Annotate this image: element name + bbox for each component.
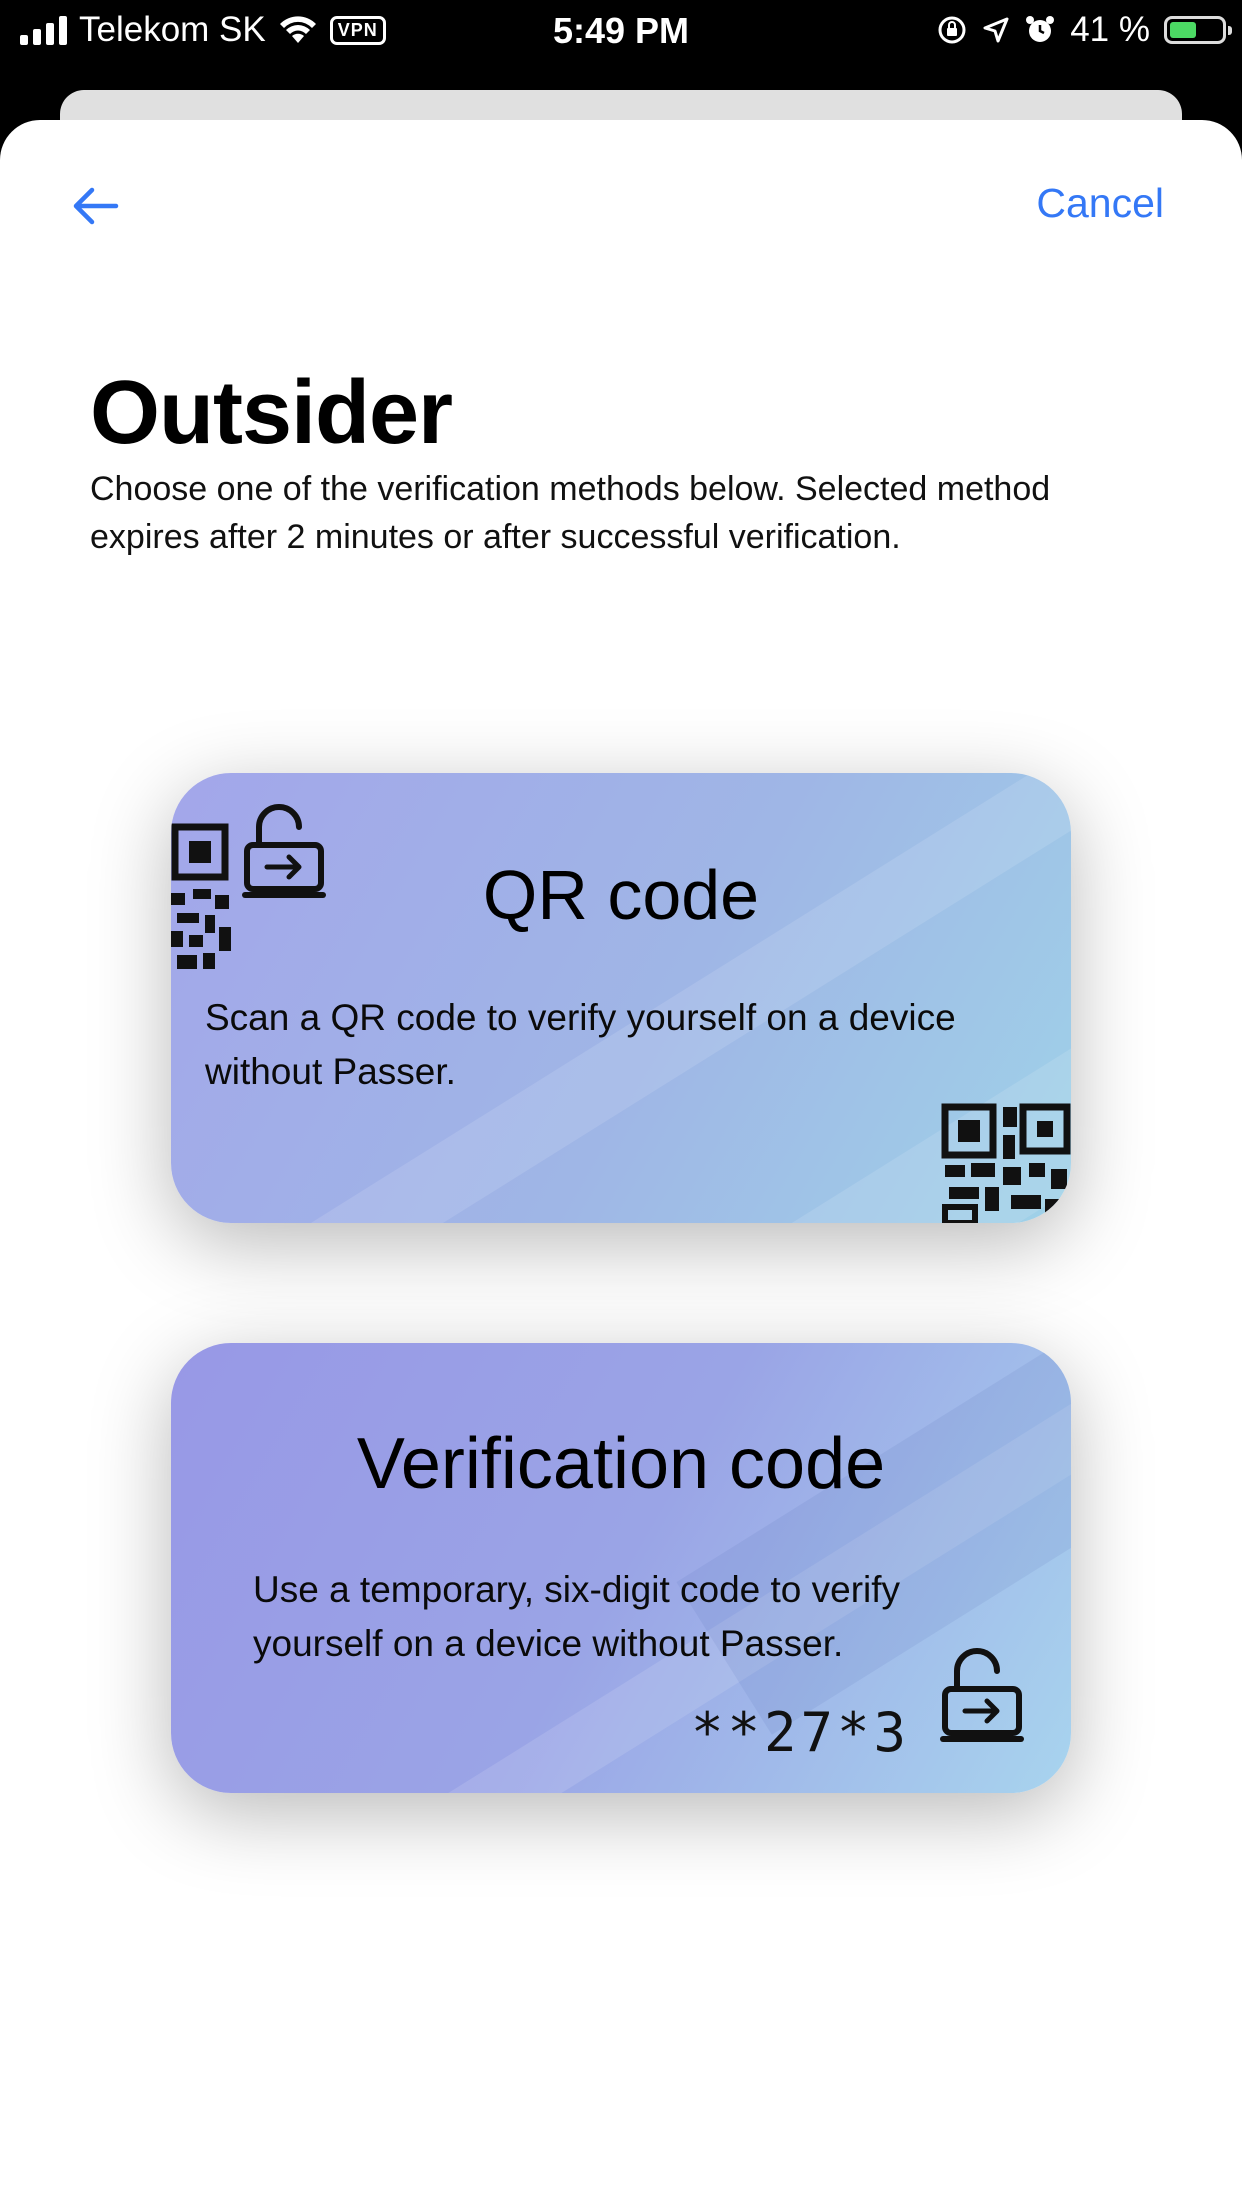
unlock-login-icon — [940, 1648, 1024, 1742]
battery-percent: 41 % — [1070, 10, 1150, 49]
card-description: Use a temporary, six-digit code to verif… — [253, 1569, 901, 1664]
status-bar-right: 41 % — [936, 10, 1232, 50]
card-description: Scan a QR code to verify yourself on a d… — [205, 997, 956, 1092]
alarm-icon — [1026, 16, 1055, 42]
battery-icon — [1164, 16, 1232, 44]
arrow-left-icon[interactable] — [70, 184, 120, 228]
cancel-button[interactable]: Cancel — [1036, 180, 1164, 227]
orientation-lock-icon — [938, 16, 966, 44]
status-bar: Telekom SK VPN 5:49 PM 41 % — [0, 0, 1242, 62]
card-title: Verification code — [356, 1424, 886, 1504]
page-description: Choose one of the verification methods b… — [90, 470, 1051, 556]
card-title: QR code — [482, 856, 760, 934]
qr-code-option-card[interactable]: QR code Scan a QR code to verify yoursel… — [171, 773, 1071, 1223]
location-icon — [983, 17, 1009, 43]
page-title: Outsider — [90, 363, 453, 463]
sample-code: **27*3 — [691, 1701, 911, 1764]
qr-code-icon — [941, 1103, 1071, 1223]
verification-code-option-card[interactable]: Verification code Use a temporary, six-d… — [171, 1343, 1071, 1793]
